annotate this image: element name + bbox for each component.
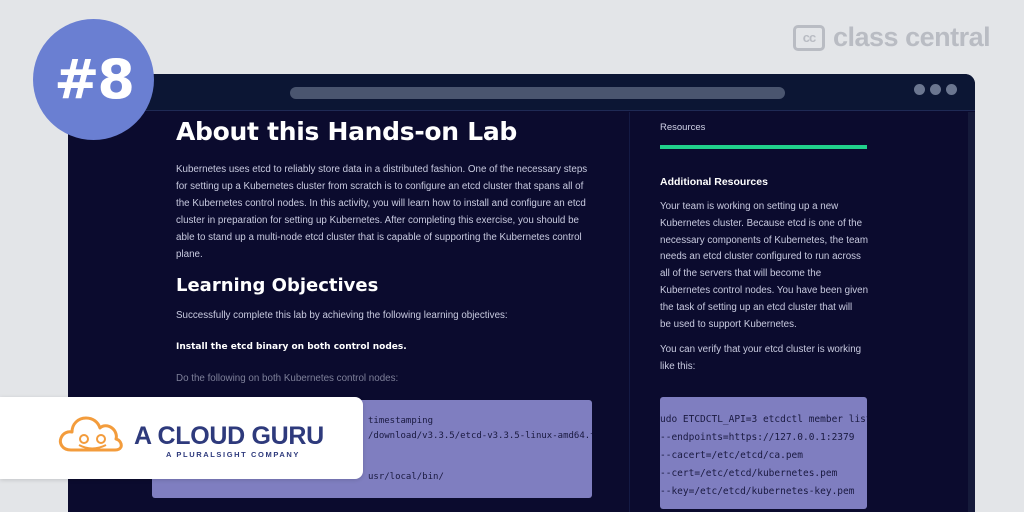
description-line: cluster in preparation for setting up Ku… <box>176 215 579 226</box>
paragraph-line: be used to support Kubernetes. <box>660 318 797 330</box>
objective-instruction: Do the following on both Kubernetes cont… <box>176 373 399 384</box>
column-divider <box>629 112 630 512</box>
class-central-wordmark: class central <box>833 22 991 52</box>
paragraph-line: Your team is working on setting up a new <box>660 201 839 212</box>
description-line: able to stand up a multi-node etcd clust… <box>176 232 582 243</box>
code-line: --key=/etc/etcd/kubernetes-key.pem <box>660 486 855 497</box>
paragraph-line: needs an etcd cluster configured to run … <box>660 251 861 263</box>
description-line: Kubernetes uses etcd to reliably store d… <box>176 164 588 175</box>
scrollbar[interactable] <box>968 112 975 512</box>
window-menu[interactable] <box>914 84 957 95</box>
paragraph-line: necessary components of Kubernetes, the … <box>660 234 869 246</box>
additional-resources-heading: Additional Resources <box>660 176 768 188</box>
browser-titlebar <box>68 74 975 111</box>
code-line: --cert=/etc/etcd/kubernetes.pem <box>660 468 838 479</box>
code-line: usr/local/bin/ <box>368 472 444 482</box>
a-cloud-guru-card: A CLOUD GURU A PLURALSIGHT COMPANY <box>0 397 363 479</box>
code-line: --endpoints=https://127.0.0.1:2379 <box>660 432 855 443</box>
paragraph-line: all of the servers that will become the <box>660 268 822 280</box>
cloud-icon <box>58 416 123 452</box>
objectives-heading: Learning Objectives <box>176 275 379 296</box>
class-central-icon: cc <box>793 24 825 51</box>
objective-title[interactable]: Install the etcd binary on both control … <box>176 342 407 352</box>
class-central-logo: cc class central <box>793 22 991 53</box>
paragraph-line: Kubernetes control nodes. You have been … <box>660 284 869 296</box>
paragraph-line: You can verify that your etcd cluster is… <box>660 344 862 355</box>
tab-resources[interactable]: Resources <box>660 122 705 133</box>
lab-description: Kubernetes uses etcd to reliably store d… <box>176 161 588 263</box>
active-tab-indicator <box>660 145 867 149</box>
dot-icon <box>946 84 957 95</box>
rank-badge: #8 <box>33 19 154 140</box>
code-line: --cacert=/etc/etcd/ca.pem <box>660 450 803 461</box>
paragraph-line: like this: <box>660 360 696 372</box>
a-cloud-guru-wordmark: A CLOUD GURU <box>134 422 324 450</box>
paragraph-line: Kubernetes cluster. Because etcd is one … <box>660 217 863 229</box>
paragraph-line: the task of setting up an etcd cluster t… <box>660 301 853 313</box>
description-line: for setting up a Kubernetes cluster from… <box>176 181 584 192</box>
code-line: /download/v3.3.5/etcd-v3.3.5-linux-amd64… <box>368 431 592 441</box>
code-block-verify[interactable]: udo ETCDCTL_API=3 etcdctl member list --… <box>660 397 867 509</box>
pluralsight-tagline: A PLURALSIGHT COMPANY <box>166 450 301 459</box>
page-title: About this Hands-on Lab <box>176 117 517 146</box>
description-line: the Kubernetes control nodes. In this ac… <box>176 198 586 209</box>
address-bar[interactable] <box>290 87 785 99</box>
objectives-lead: Successfully complete this lab by achiev… <box>176 310 508 321</box>
code-line: timestamping <box>368 416 434 426</box>
dot-icon <box>930 84 941 95</box>
verify-paragraph: You can verify that your etcd cluster is… <box>660 342 870 376</box>
dot-icon <box>914 84 925 95</box>
resources-paragraph: Your team is working on setting up a new… <box>660 199 870 333</box>
code-line: udo ETCDCTL_API=3 etcdctl member list <box>660 414 867 425</box>
description-line: plane. <box>176 249 203 260</box>
